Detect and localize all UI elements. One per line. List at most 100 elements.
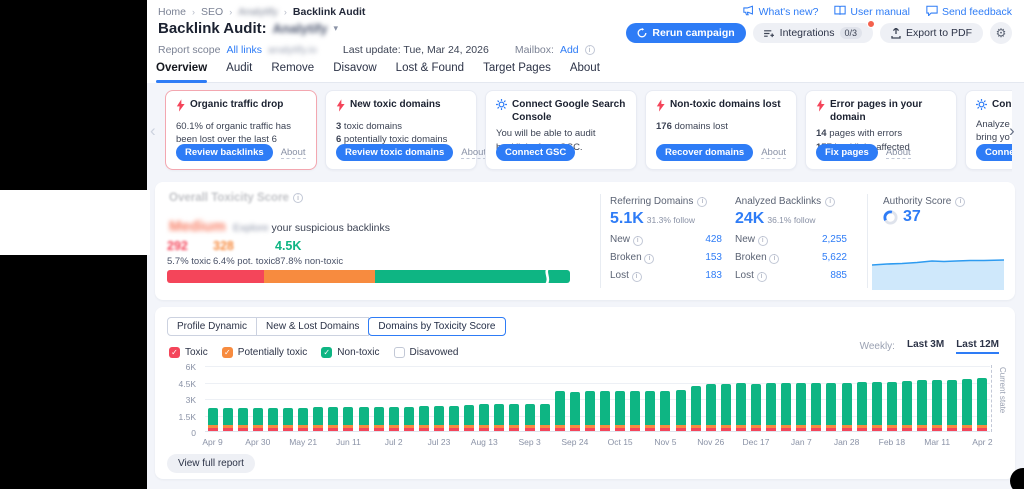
- conne-button[interactable]: Conne: [976, 144, 1012, 161]
- stacked-bar[interactable]: [705, 384, 716, 431]
- info-icon[interactable]: i: [697, 196, 708, 207]
- recover-domains-button[interactable]: Recover domains: [656, 144, 754, 161]
- stacked-bar[interactable]: [675, 390, 686, 431]
- stacked-bar[interactable]: [751, 383, 761, 431]
- chart-tab-domains-by-toxicity-score[interactable]: Domains by Toxicity Score: [368, 317, 506, 336]
- stacked-bar[interactable]: [403, 406, 414, 431]
- settings-gear-button[interactable]: ⚙: [990, 22, 1012, 44]
- info-icon[interactable]: i: [955, 196, 966, 207]
- metric-row-value[interactable]: 5,622: [822, 252, 847, 264]
- info-icon[interactable]: i: [756, 271, 767, 282]
- info-icon[interactable]: i: [644, 253, 655, 264]
- stacked-bar[interactable]: [901, 380, 912, 431]
- stacked-bar[interactable]: [630, 391, 641, 431]
- info-icon[interactable]: i: [631, 271, 642, 282]
- stacked-bar[interactable]: [207, 408, 218, 431]
- stacked-bar[interactable]: [237, 408, 248, 431]
- stacked-bar[interactable]: [388, 406, 399, 431]
- breadcrumb-item[interactable]: Home: [158, 6, 186, 18]
- toxic-count[interactable]: 292: [167, 239, 188, 253]
- stacked-bar[interactable]: [871, 381, 882, 431]
- project-name[interactable]: Analytify: [273, 21, 328, 36]
- checkbox-checked-icon[interactable]: ✓: [221, 347, 233, 358]
- stacked-bar[interactable]: [645, 390, 656, 431]
- connect-gsc-button[interactable]: Connect GSC: [496, 144, 576, 161]
- legend-toxic[interactable]: ✓ Toxic: [169, 347, 208, 358]
- info-icon[interactable]: i: [825, 196, 836, 207]
- info-icon[interactable]: i: [584, 45, 595, 55]
- fix-pages-button[interactable]: Fix pages: [816, 144, 878, 161]
- legend-potentially-toxic[interactable]: ✓ Potentially toxic: [221, 347, 307, 358]
- stacked-bar[interactable]: [917, 380, 928, 431]
- chevron-down-icon[interactable]: ▾: [334, 23, 339, 34]
- metric-value[interactable]: 5.1K 31.3% follow: [610, 210, 695, 228]
- stacked-bar[interactable]: [328, 407, 339, 431]
- stacked-bar[interactable]: [252, 408, 263, 431]
- stacked-bar[interactable]: [811, 382, 822, 431]
- carousel-next-icon[interactable]: ›: [1009, 122, 1015, 139]
- stacked-bar[interactable]: [886, 381, 897, 431]
- legend-non-toxic[interactable]: ✓ Non-toxic: [321, 347, 380, 358]
- range-last-12m[interactable]: Last 12M: [956, 339, 999, 354]
- stacked-bar[interactable]: [479, 404, 490, 431]
- view-full-report-button[interactable]: View full report: [167, 454, 255, 473]
- stacked-bar[interactable]: [267, 407, 278, 431]
- about-link[interactable]: About: [761, 147, 787, 159]
- stacked-bar[interactable]: [615, 391, 626, 431]
- stacked-bar[interactable]: [343, 407, 354, 431]
- stacked-bar[interactable]: [600, 391, 611, 431]
- mailbox-add-link[interactable]: Add: [560, 44, 579, 56]
- checkbox-checked-icon[interactable]: ✓: [169, 347, 180, 358]
- review-toxic-domains-button[interactable]: Review toxic domains: [336, 144, 454, 161]
- stacked-bar[interactable]: [373, 406, 384, 431]
- send-feedback-link[interactable]: Send feedback: [926, 5, 1012, 19]
- stacked-bar[interactable]: [977, 377, 988, 431]
- tab-remove[interactable]: Remove: [271, 62, 314, 82]
- stacked-bar[interactable]: [524, 403, 535, 431]
- pot-toxic-count[interactable]: 328: [213, 239, 234, 253]
- stacked-bar[interactable]: [584, 391, 595, 431]
- stacked-bar[interactable]: [735, 383, 746, 431]
- metric-row-value[interactable]: 885: [830, 270, 847, 282]
- chart-tab-new-lost-domains[interactable]: New & Lost Domains: [256, 317, 370, 336]
- about-link[interactable]: About: [280, 147, 306, 159]
- breadcrumb-item[interactable]: Backlink Audit: [293, 6, 366, 18]
- metric-row-value[interactable]: 153: [705, 252, 722, 264]
- legend-disavowed[interactable]: Disavowed: [393, 347, 458, 358]
- tab-lost-found[interactable]: Lost & Found: [396, 62, 464, 82]
- stacked-bar[interactable]: [932, 380, 943, 431]
- metric-row-value[interactable]: 183: [705, 270, 722, 282]
- stacked-bar[interactable]: [947, 379, 958, 431]
- stacked-bar[interactable]: [433, 405, 444, 431]
- review-backlinks-button[interactable]: Review backlinks: [176, 144, 273, 161]
- stacked-bar[interactable]: [464, 405, 475, 431]
- tab-target-pages[interactable]: Target Pages: [483, 62, 551, 82]
- info-icon[interactable]: i: [769, 253, 780, 264]
- chart-tab-profile-dynamic[interactable]: Profile Dynamic: [167, 317, 258, 336]
- stacked-bar[interactable]: [720, 383, 731, 431]
- metric-row-value[interactable]: 2,255: [822, 234, 847, 246]
- tab-overview[interactable]: Overview: [156, 62, 208, 83]
- stacked-bar[interactable]: [539, 403, 550, 431]
- stacked-bar[interactable]: [313, 407, 324, 431]
- stacked-bar[interactable]: [222, 408, 233, 431]
- info-icon[interactable]: i: [757, 235, 768, 246]
- stacked-bar[interactable]: [509, 404, 520, 431]
- breadcrumb-item[interactable]: SEO: [201, 6, 223, 18]
- stacked-bar[interactable]: [766, 383, 777, 431]
- stacked-bar[interactable]: [826, 382, 837, 431]
- checkbox-checked-icon[interactable]: ✓: [321, 347, 333, 358]
- stacked-bar[interactable]: [283, 407, 294, 431]
- stacked-bar[interactable]: [781, 383, 792, 431]
- tab-audit[interactable]: Audit: [226, 62, 252, 82]
- breadcrumb-item[interactable]: Analytify: [238, 6, 278, 18]
- stacked-bar[interactable]: [841, 382, 852, 431]
- non-toxic-count[interactable]: 4.5K: [275, 239, 301, 253]
- info-icon[interactable]: i: [632, 235, 643, 246]
- integrations-button[interactable]: Integrations 0/3: [752, 20, 876, 43]
- carousel-prev-icon[interactable]: ‹: [150, 122, 156, 139]
- about-link[interactable]: About: [885, 147, 911, 159]
- checkbox-unchecked-icon[interactable]: [393, 347, 405, 358]
- what-s-new--link[interactable]: What's new?: [742, 5, 818, 19]
- info-icon[interactable]: i: [293, 193, 303, 203]
